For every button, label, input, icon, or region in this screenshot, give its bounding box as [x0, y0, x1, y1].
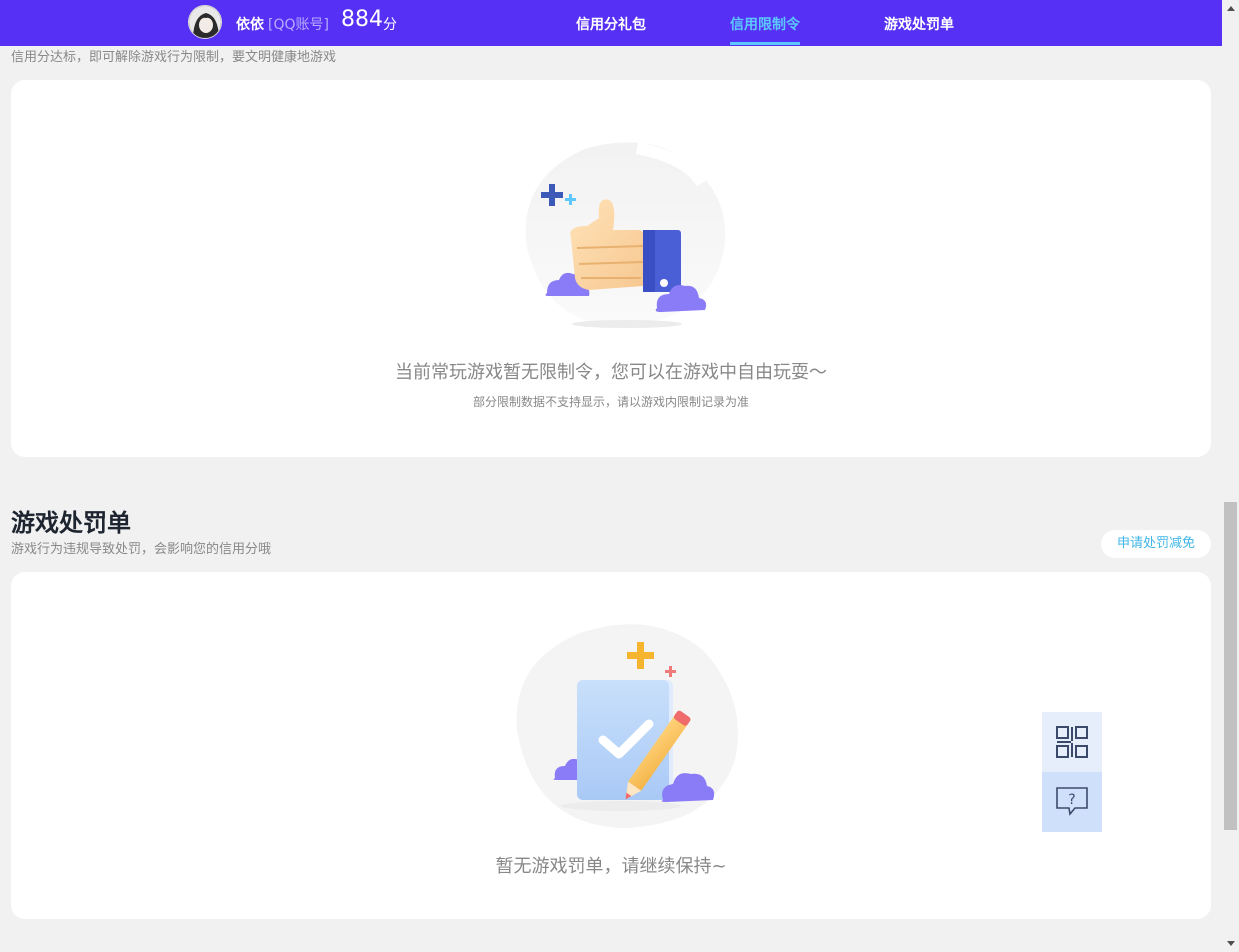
restriction-description: 信用分达标，即可解除游戏行为限制，要文明健康地游戏 — [11, 50, 337, 65]
top-nav-bar: 依依 [QQ账号] 884 分 信用分礼包 信用限制令 游戏处罚单 — [0, 0, 1222, 46]
penalty-description: 游戏行为违规导致处罚，会影响您的信用分哦 — [11, 542, 272, 557]
penalty-card: 暂无游戏罚单，请继续保持~ — [11, 572, 1211, 919]
scroll-up-arrow[interactable] — [1222, 0, 1239, 17]
scroll-down-arrow[interactable] — [1222, 935, 1239, 952]
avatar-image — [189, 6, 221, 38]
credit-score-value: 884 — [341, 7, 383, 32]
restriction-card: 当前常玩游戏暂无限制令，您可以在游戏中自由玩耍～ 部分限制数据不支持显示，请以游… — [11, 80, 1211, 457]
credit-score-unit: 分 — [383, 17, 397, 33]
tab-game-penalty[interactable]: 游戏处罚单 — [884, 14, 954, 34]
help-question-mark: ? — [1068, 792, 1075, 808]
restriction-empty-note: 部分限制数据不支持显示，请以游戏内限制记录为准 — [472, 395, 749, 409]
tab-credit-restriction[interactable]: 信用限制令 — [730, 14, 800, 34]
username: 依依 — [236, 17, 264, 33]
tab-credit-gift[interactable]: 信用分礼包 — [576, 14, 646, 34]
thumbs-up-illustration — [525, 142, 726, 328]
qr-code-button[interactable] — [1042, 712, 1102, 772]
avatar[interactable] — [188, 5, 222, 39]
restriction-empty-title: 当前常玩游戏暂无限制令，您可以在游戏中自由玩耍～ — [395, 362, 827, 383]
page-scrollbar[interactable] — [1222, 0, 1239, 952]
penalty-section-title: 游戏处罚单 — [11, 509, 131, 537]
help-button[interactable]: ? — [1042, 772, 1102, 832]
checklist-pencil-illustration — [516, 624, 738, 828]
active-tab-indicator — [730, 42, 800, 45]
scrollbar-thumb[interactable] — [1224, 502, 1237, 830]
account-type-label: [QQ账号] — [268, 17, 329, 33]
appeal-penalty-button[interactable]: 申请处罚减免 — [1101, 530, 1211, 558]
help-chat-icon: ? — [1056, 787, 1088, 816]
penalty-empty-title: 暂无游戏罚单，请继续保持~ — [495, 856, 727, 877]
floating-side-panel: ? — [1042, 712, 1102, 832]
qr-code-icon — [1056, 726, 1088, 758]
